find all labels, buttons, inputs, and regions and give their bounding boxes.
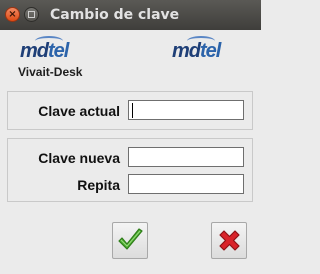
window-title: Cambio de clave: [50, 7, 180, 23]
current-password-input[interactable]: [128, 100, 244, 120]
new-password-label: Clave nueva: [38, 150, 120, 166]
maximize-window-icon[interactable]: [24, 7, 39, 22]
cancel-button[interactable]: [211, 222, 247, 259]
text-caret: [132, 103, 133, 118]
checkmark-icon: [118, 228, 143, 250]
repeat-password-input[interactable]: [128, 174, 244, 194]
ok-button[interactable]: [112, 222, 148, 259]
current-password-label: Clave actual: [38, 103, 120, 119]
app-name: Vivait-Desk: [18, 65, 83, 79]
new-password-input[interactable]: [128, 147, 244, 167]
title-bar: × Cambio de clave: [0, 0, 261, 30]
logo-arc: [187, 36, 215, 46]
cross-icon: [219, 230, 240, 251]
close-window-icon[interactable]: ×: [5, 7, 20, 22]
mdtel-logo-right: mdtel: [172, 36, 221, 62]
logo-arc: [35, 36, 63, 46]
repeat-password-label: Repita: [77, 177, 120, 193]
mdtel-logo-left: mdtel: [20, 36, 69, 62]
